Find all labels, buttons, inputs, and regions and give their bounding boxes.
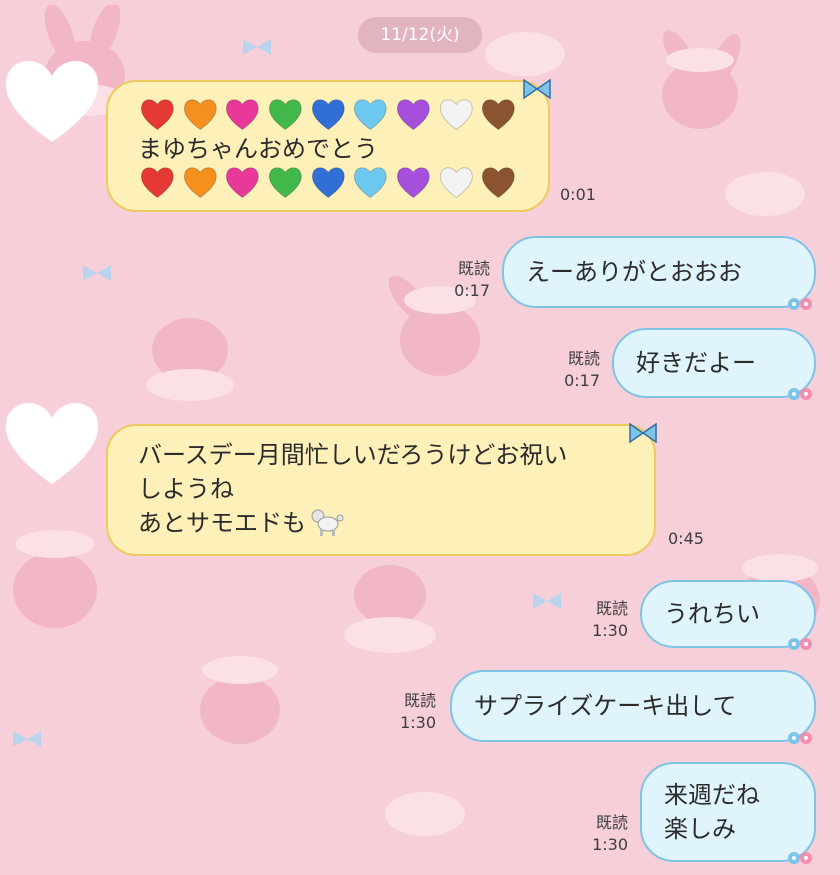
cloud-wallpaper-icon bbox=[385, 792, 465, 836]
bunny-wallpaper-icon bbox=[662, 30, 741, 129]
message-bubble-outgoing[interactable]: サプライズケーキ出して bbox=[450, 670, 816, 742]
heart-emoji-icon bbox=[140, 99, 174, 131]
heart-emoji-row bbox=[138, 162, 518, 202]
ribbon-icon bbox=[629, 422, 657, 444]
heart-emoji-icon bbox=[311, 99, 345, 131]
message-text: あとサモエドも bbox=[138, 509, 306, 537]
read-receipt: 既読 1:30 bbox=[400, 691, 436, 732]
heart-emoji-icon bbox=[183, 167, 217, 199]
heart-emoji-icon bbox=[482, 167, 516, 199]
avatar-heart-icon[interactable] bbox=[2, 54, 102, 146]
flower-icon bbox=[788, 732, 812, 744]
chat-screen[interactable]: 11/12(火) まゆちゃんおめでとう 0:01 既読 0:17 えーありがとおお… bbox=[0, 0, 840, 875]
message-time: 0:01 bbox=[560, 185, 596, 204]
message-text: えーありがとおおお bbox=[526, 258, 742, 286]
date-separator: 11/12(火) bbox=[358, 17, 482, 53]
heart-emoji-row bbox=[138, 94, 518, 134]
message-text: 来週だね bbox=[664, 781, 760, 809]
heart-emoji-icon bbox=[268, 99, 302, 131]
heart-emoji-icon bbox=[439, 99, 473, 131]
heart-emoji-icon bbox=[226, 167, 260, 199]
heart-emoji-icon bbox=[183, 99, 217, 131]
read-receipt: 既読 1:30 bbox=[592, 813, 628, 854]
message-text: うれちい bbox=[664, 600, 760, 628]
cloud-wallpaper-icon bbox=[485, 32, 565, 76]
read-receipt: 既読 0:17 bbox=[564, 349, 600, 390]
heart-emoji-icon bbox=[311, 167, 345, 199]
heart-emoji-icon bbox=[268, 167, 302, 199]
poodle-icon bbox=[311, 509, 344, 536]
heart-emoji-icon bbox=[140, 167, 174, 199]
flower-icon bbox=[788, 298, 812, 310]
bunny-wallpaper-icon bbox=[13, 530, 97, 628]
heart-emoji-icon bbox=[396, 99, 430, 131]
message-text: サプライズケーキ出して bbox=[474, 692, 737, 720]
message-text: 好きだよー bbox=[636, 349, 756, 377]
heart-emoji-icon bbox=[354, 167, 388, 199]
heart-emoji-icon bbox=[439, 167, 473, 199]
flower-icon bbox=[788, 638, 812, 650]
message-text: 楽しみ bbox=[664, 815, 736, 843]
message-bubble-incoming[interactable]: バースデー月間忙しいだろうけどお祝い しようね あとサモエドも bbox=[106, 424, 656, 556]
ribbon-icon bbox=[523, 78, 551, 100]
flower-icon bbox=[788, 852, 812, 864]
bunny-wallpaper-icon bbox=[200, 656, 280, 744]
bow-wallpaper-icon bbox=[243, 39, 271, 55]
bunny-wallpaper-icon bbox=[146, 318, 234, 401]
bow-wallpaper-icon bbox=[533, 593, 561, 609]
bunny-wallpaper-icon bbox=[344, 565, 436, 653]
avatar-heart-icon[interactable] bbox=[2, 396, 102, 488]
heart-emoji-icon bbox=[482, 99, 516, 131]
message-bubble-outgoing[interactable]: えーありがとおおお bbox=[502, 236, 816, 308]
message-bubble-incoming[interactable]: まゆちゃんおめでとう bbox=[106, 80, 550, 212]
read-receipt: 既読 1:30 bbox=[592, 599, 628, 640]
heart-emoji-icon bbox=[226, 99, 260, 131]
bow-wallpaper-icon bbox=[13, 731, 41, 747]
message-text: しようね bbox=[138, 475, 234, 503]
message-text: バースデー月間忙しいだろうけどお祝い bbox=[138, 441, 568, 469]
heart-emoji-icon bbox=[354, 99, 388, 131]
flower-icon bbox=[788, 388, 812, 400]
message-time: 0:45 bbox=[668, 529, 704, 548]
cloud-wallpaper-icon bbox=[725, 172, 805, 216]
bow-wallpaper-icon bbox=[83, 265, 111, 281]
heart-emoji-icon bbox=[396, 167, 430, 199]
message-text: まゆちゃんおめでとう bbox=[138, 135, 378, 163]
read-receipt: 既読 0:17 bbox=[454, 259, 490, 300]
